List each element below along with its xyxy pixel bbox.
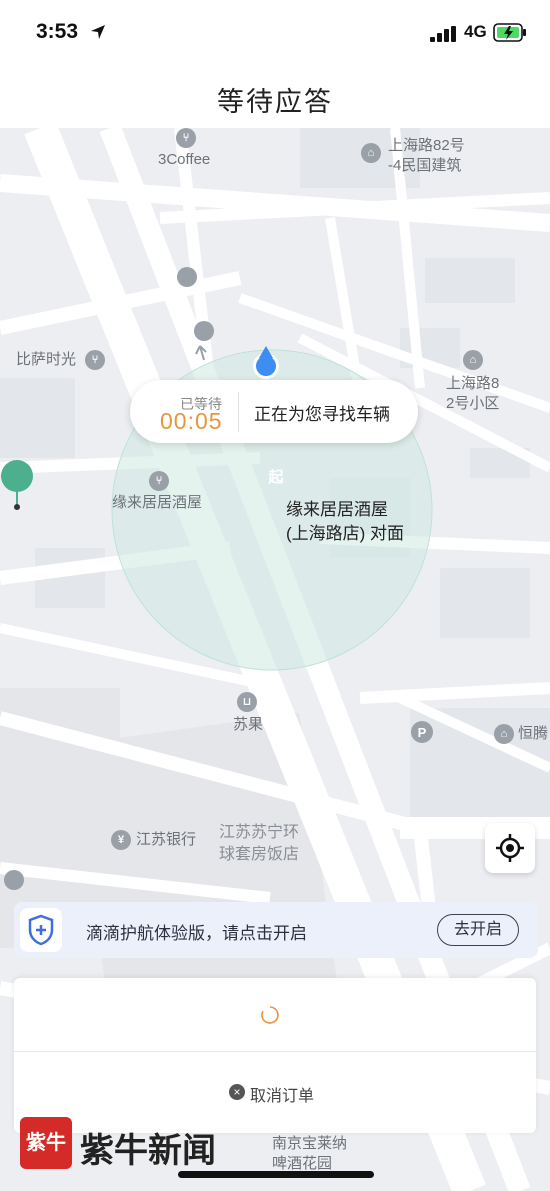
building-icon: ⌂ xyxy=(463,350,483,370)
order-panel: × 取消订单 xyxy=(14,978,536,1133)
enable-safety-button[interactable]: 去开启 xyxy=(437,914,519,946)
shield-icon xyxy=(20,908,62,952)
home-indicator[interactable] xyxy=(178,1171,374,1178)
safety-banner-text: 滴滴护航体验版，请点击开启 xyxy=(86,924,307,943)
svg-text:P: P xyxy=(418,725,427,740)
page-title: 等待应答 xyxy=(217,87,333,117)
poi-label[interactable]: 江苏银行 xyxy=(136,830,196,850)
cancel-order-button[interactable]: 取消订单 xyxy=(250,1082,314,1106)
yuan-icon: ¥ xyxy=(111,830,131,850)
pickup-pin-icon xyxy=(1,460,33,510)
building-icon: ⌂ xyxy=(494,724,514,744)
wait-timer: 00:05 xyxy=(160,408,223,434)
pin-label: 起 xyxy=(268,469,284,486)
fork-knife-icon: ⑂ xyxy=(85,350,105,370)
battery-charging-icon xyxy=(493,23,526,42)
fork-knife-icon: ⑂ xyxy=(149,471,169,491)
fork-knife-icon: ⑂ xyxy=(176,128,196,148)
poi-label[interactable]: 上海路8 2号小区 xyxy=(446,374,499,414)
close-icon[interactable]: × xyxy=(229,1084,245,1100)
watermark-text: 紫牛新闻 xyxy=(80,1131,216,1171)
location-arrow-icon xyxy=(91,25,105,39)
watermark-logo: 紫牛 xyxy=(20,1117,72,1169)
building-icon: ⌂ xyxy=(361,143,381,163)
network-type: 4G xyxy=(464,22,487,41)
divider xyxy=(14,1051,536,1052)
poi-label[interactable]: 3Coffee xyxy=(158,150,210,170)
locate-me-button[interactable] xyxy=(485,823,535,873)
poi-label[interactable]: 比萨时光 xyxy=(16,350,76,370)
cart-icon: ⊔ xyxy=(237,692,257,712)
signal-icon xyxy=(430,26,456,42)
divider xyxy=(238,392,239,432)
status-time: 3:53 xyxy=(36,20,79,43)
poi-label[interactable]: 南京宝莱纳 啤酒花园 xyxy=(272,1134,347,1174)
poi-label[interactable]: 缘来居居酒屋 xyxy=(112,493,202,513)
poi-label[interactable]: 江苏苏宁环 球套房饭店 xyxy=(219,822,299,866)
page-header: 等待应答 xyxy=(0,68,550,128)
poi-label[interactable]: 苏果 xyxy=(233,715,263,735)
wait-message: 正在为您寻找车辆 xyxy=(254,405,390,424)
status-bar: 3:53 4G xyxy=(0,0,550,68)
pickup-location-label: 缘来居居酒屋 (上海路店) 对面 xyxy=(286,500,405,543)
poi-label[interactable]: 上海路82号 -4民国建筑 xyxy=(388,136,465,176)
safety-banner[interactable]: 滴滴护航体验版，请点击开启 去开启 xyxy=(14,902,538,958)
wait-bubble: 已等待 00:05 正在为您寻找车辆 xyxy=(130,380,418,443)
crosshair-icon xyxy=(496,834,524,862)
loading-spinner-icon xyxy=(261,1006,279,1024)
poi-label[interactable]: 恒腾 xyxy=(518,724,548,744)
